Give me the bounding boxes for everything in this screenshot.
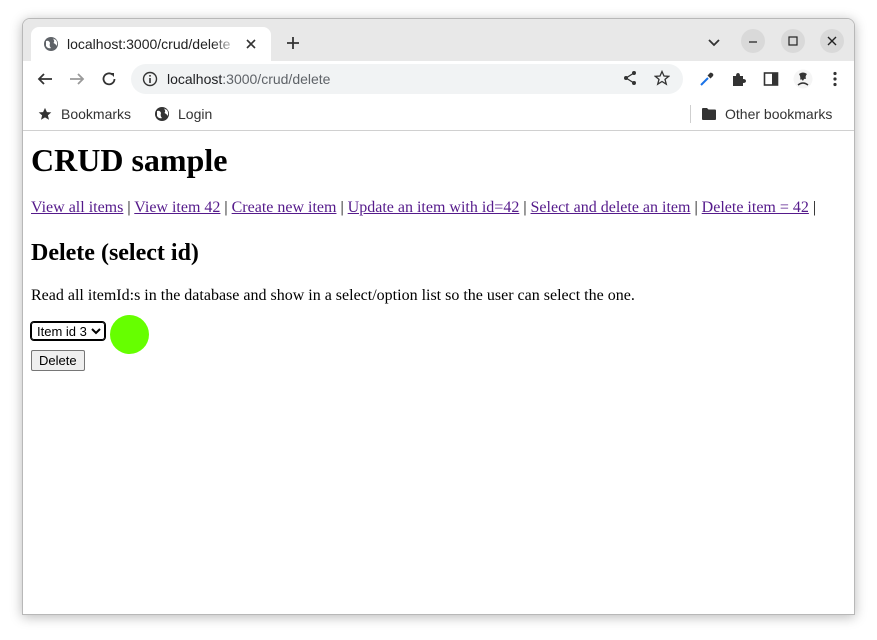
- select-row: Item id 3: [30, 315, 846, 354]
- close-tab-icon[interactable]: [242, 34, 261, 54]
- side-panel-icon: [763, 72, 779, 86]
- avatar-icon: [793, 69, 813, 89]
- section-heading: Delete (select id): [31, 240, 199, 266]
- tab-strip: localhost:3000/crud/delete: [23, 19, 854, 61]
- url-host: localhost: [167, 71, 223, 87]
- profile-avatar[interactable]: [791, 67, 815, 91]
- minimize-button[interactable]: [741, 29, 765, 53]
- forward-button[interactable]: [65, 67, 89, 91]
- link-view-all-items[interactable]: View all items: [31, 199, 123, 216]
- browser-window: localhost:3000/crud/delete localhost:30…: [22, 18, 855, 615]
- url-path: :3000/crud/delete: [222, 71, 331, 87]
- link-create-new-item[interactable]: Create new item: [232, 199, 337, 216]
- arrow-right-icon: [70, 73, 85, 85]
- side-panel-button[interactable]: [759, 67, 783, 91]
- nav-separator: |: [340, 199, 344, 216]
- extensions-button[interactable]: [727, 67, 751, 91]
- bookmark-label: Login: [178, 106, 213, 122]
- link-view-item-42[interactable]: View item 42: [134, 199, 220, 216]
- back-button[interactable]: [33, 67, 57, 91]
- bookmark-login[interactable]: Login: [154, 104, 212, 124]
- address-bar[interactable]: localhost:3000/crud/delete: [131, 64, 683, 94]
- folder-icon: [701, 106, 717, 122]
- cursor-indicator: [110, 315, 149, 354]
- other-bookmarks[interactable]: Other bookmarks: [701, 104, 832, 124]
- globe-icon: [43, 36, 59, 52]
- star-bookmark-icon[interactable]: [651, 67, 673, 89]
- bookmarks-bar: Bookmarks Login Other bookmarks: [23, 98, 854, 131]
- info-icon[interactable]: [141, 70, 159, 88]
- bookmarks-divider: [690, 105, 691, 123]
- reload-icon: [102, 72, 116, 86]
- puzzle-icon: [733, 73, 746, 86]
- page-title: CRUD sample: [31, 142, 228, 178]
- link-update-item[interactable]: Update an item with id=42: [348, 199, 520, 216]
- globe-icon: [154, 106, 170, 122]
- close-icon: [827, 36, 837, 46]
- browser-toolbar: localhost:3000/crud/delete: [23, 61, 854, 98]
- chevron-down-icon[interactable]: [703, 32, 725, 54]
- eyedropper-button[interactable]: [695, 67, 719, 91]
- share-icon[interactable]: [619, 67, 641, 89]
- maximize-button[interactable]: [781, 29, 805, 53]
- bookmark-bookmarks[interactable]: Bookmarks: [37, 104, 131, 124]
- tab-title: localhost:3000/crud/delete: [67, 36, 231, 52]
- arrow-left-icon: [37, 73, 52, 85]
- nav-separator: |: [812, 199, 817, 216]
- nav-separator: |: [127, 199, 131, 216]
- reload-button[interactable]: [97, 67, 121, 91]
- nav-separator: |: [523, 199, 527, 216]
- kebab-menu-icon: [833, 71, 837, 87]
- delete-button[interactable]: Delete: [31, 350, 85, 371]
- minimize-icon: [749, 41, 757, 43]
- page-content: CRUD sample View all items | View item 4…: [23, 132, 854, 614]
- browser-tab[interactable]: localhost:3000/crud/delete: [31, 27, 271, 61]
- new-tab-icon[interactable]: [281, 31, 305, 55]
- menu-button[interactable]: [823, 67, 847, 91]
- bookmark-label: Bookmarks: [61, 106, 132, 122]
- maximize-icon: [788, 36, 798, 46]
- nav-links: View all items | View item 42 | Create n…: [31, 198, 846, 218]
- eyedropper-icon: [700, 72, 714, 86]
- description-text: Read all itemId:s in the database and sh…: [31, 287, 635, 304]
- nav-separator: |: [694, 199, 698, 216]
- other-bookmarks-label: Other bookmarks: [725, 106, 833, 122]
- link-select-and-delete[interactable]: Select and delete an item: [531, 199, 691, 216]
- item-id-select[interactable]: Item id 3: [30, 321, 106, 341]
- nav-separator: |: [224, 199, 228, 216]
- link-delete-item-42[interactable]: Delete item = 42: [702, 199, 809, 216]
- close-window-button[interactable]: [820, 29, 844, 53]
- star-icon: [37, 106, 53, 122]
